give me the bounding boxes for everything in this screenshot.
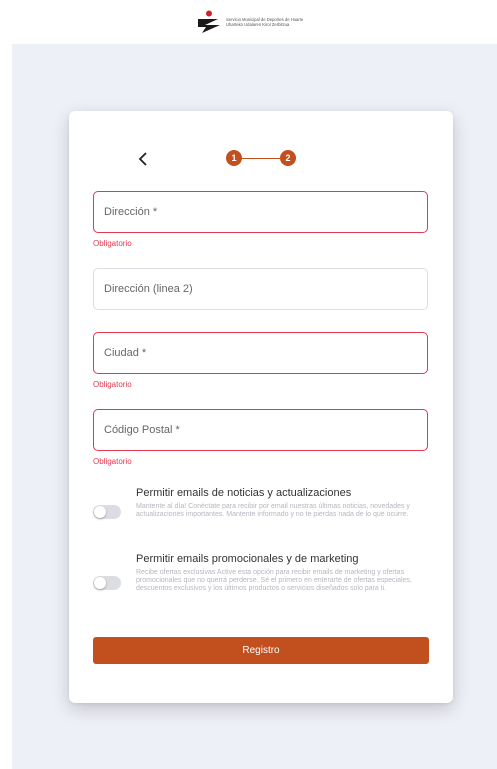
register-button[interactable]: Registro xyxy=(93,637,429,664)
toggle-knob xyxy=(94,577,106,589)
back-arrow-icon[interactable] xyxy=(135,149,151,169)
top-bar: Servicio Municipal de Deportes de Huarte… xyxy=(0,0,497,44)
postal-code-field[interactable] xyxy=(93,409,428,451)
postal-code-error: Obligatorio xyxy=(93,457,132,466)
step-1-badge: 1 xyxy=(226,150,242,166)
address-line2-field[interactable] xyxy=(93,268,428,310)
promo-emails-toggle[interactable] xyxy=(93,576,121,590)
logo-line-2: Uharteko Udalaren Kirol Zerbitzua xyxy=(226,22,290,27)
city-field[interactable] xyxy=(93,332,428,374)
news-emails-toggle[interactable] xyxy=(93,505,121,519)
promo-emails-title: Permitir emails promocionales y de marke… xyxy=(136,553,359,565)
address-error: Obligatorio xyxy=(93,239,132,248)
address-line2-input[interactable] xyxy=(102,282,427,296)
step-indicator: 1 2 xyxy=(226,150,296,168)
news-emails-description: Mantente al día! Conéctate para recibir … xyxy=(136,503,410,518)
toggle-knob xyxy=(94,506,106,518)
address-field[interactable] xyxy=(93,191,428,233)
step-connector xyxy=(242,157,280,159)
promo-emails-description: Recibe ofertas exclusivas Active esta op… xyxy=(136,569,412,592)
city-input[interactable] xyxy=(102,346,427,360)
brand-logo: Servicio Municipal de Deportes de Huarte… xyxy=(196,10,303,34)
news-emails-title: Permitir emails de noticias y actualizac… xyxy=(136,487,352,499)
step-2-badge: 2 xyxy=(280,150,296,166)
address-input[interactable] xyxy=(102,205,427,219)
city-error: Obligatorio xyxy=(93,380,132,389)
postal-code-input[interactable] xyxy=(102,423,427,437)
logo-text: Servicio Municipal de Deportes de Huarte… xyxy=(226,17,303,27)
logo-mark-icon xyxy=(198,10,220,33)
